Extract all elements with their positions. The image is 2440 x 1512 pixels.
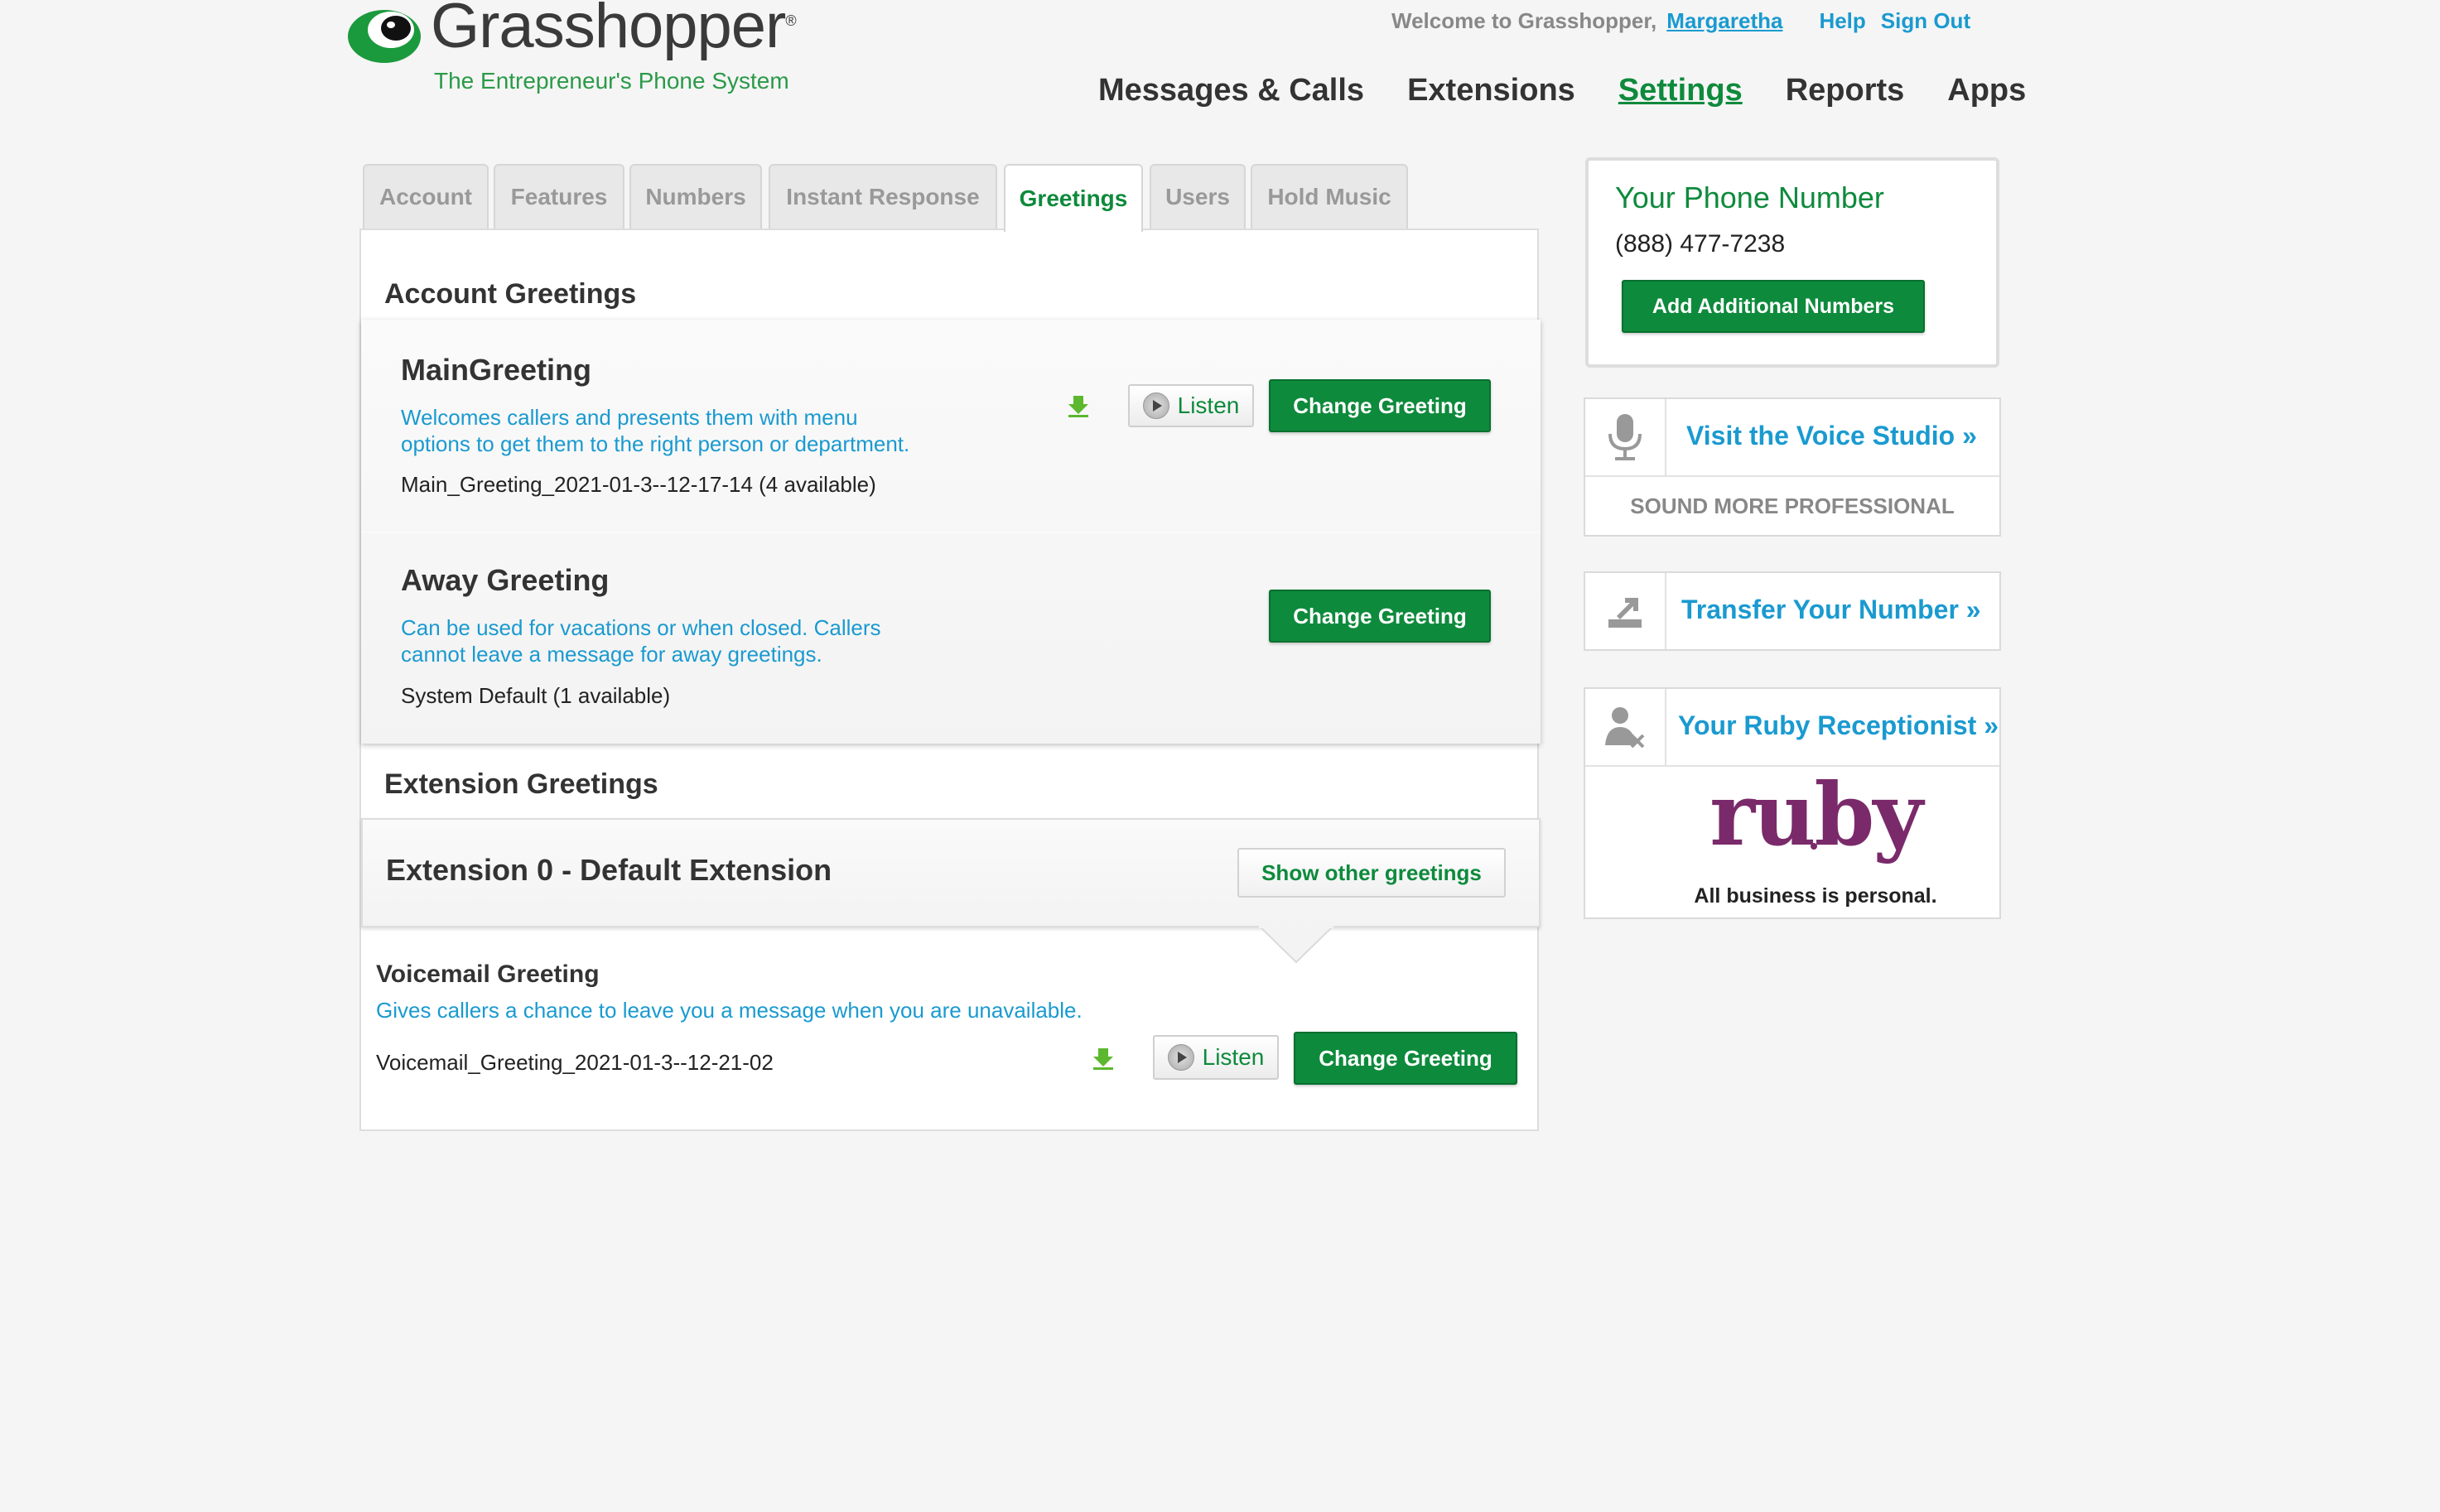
play-icon [1142,392,1169,419]
away-change-greeting-button[interactable]: Change Greeting [1269,590,1491,643]
nav-apps[interactable]: Apps [1947,73,2026,108]
nav-settings[interactable]: Settings [1618,73,1743,108]
away-greeting-desc-line2: cannot leave a message for away greeting… [401,642,822,667]
phone-number-box: Your Phone Number (888) 477-7238 Add Add… [1585,157,1999,368]
transfer-number-box[interactable]: Transfer Your Number » [1584,571,2001,651]
main-listen-button[interactable]: Listen [1128,384,1254,427]
main-greeting-title: MainGreeting [401,353,592,387]
account-greetings-title: Account Greetings [384,278,637,310]
transfer-svg [1608,598,1642,628]
main-greeting-desc-line1: Welcomes callers and presents them with … [401,405,858,430]
voicemail-greeting-title: Voicemail Greeting [376,961,600,988]
microphone-svg [1608,414,1642,460]
download-icon[interactable] [1090,1045,1116,1071]
voice-studio-box[interactable]: Visit the Voice Studio » SOUND MORE PROF… [1584,397,2001,537]
tab-users[interactable]: Users [1150,164,1246,229]
tab-instant-response[interactable]: Instant Response [769,164,997,229]
ruby-receptionist-box[interactable]: Your Ruby Receptionist » ruby All busine… [1584,687,2001,919]
voicemail-change-greeting-button[interactable]: Change Greeting [1294,1032,1517,1085]
away-greeting-description: Can be used for vacations or when closed… [401,614,881,667]
play-icon [1167,1044,1194,1071]
ruby-tagline: All business is personal. [1694,884,1937,908]
main-greeting-file: Main_Greeting_2021-01-3--12-17-14 (4 ava… [401,472,876,497]
sign-out-link[interactable]: Sign Out [1881,8,1970,33]
main-nav: Messages & Calls Extensions Settings Report… [1098,73,2026,108]
transfer-number-link[interactable]: Transfer Your Number » [1681,595,1981,625]
voice-studio-link[interactable]: Visit the Voice Studio » [1686,421,1977,451]
away-greeting-title: Away Greeting [401,563,610,597]
voice-studio-subtitle: SOUND MORE PROFESSIONAL [1630,494,1955,518]
nav-reports[interactable]: Reports [1786,73,1905,108]
tab-hold-music[interactable]: Hold Music [1251,164,1408,229]
main-change-greeting-button[interactable]: Change Greeting [1269,379,1491,432]
logo-wordmark: Grasshopper® [431,0,797,61]
listen-label: Listen [1177,392,1240,418]
microphone-icon [1585,399,1666,475]
tab-account[interactable]: Account [363,164,489,229]
away-greeting-file: System Default (1 available) [401,683,671,708]
voicemail-greeting-description: Gives callers a chance to leave you a me… [376,998,1083,1023]
tab-features[interactable]: Features [494,164,624,229]
welcome-text: Welcome to Grasshopper, [1391,8,1657,33]
main-greeting-desc-line2: options to get them to the right person … [401,431,910,456]
grasshopper-logo[interactable]: Grasshopper® The Entrepreneur's Phone Sy… [348,0,812,103]
logo-tagline: The Entrepreneur's Phone System [434,68,789,94]
add-additional-numbers-button[interactable]: Add Additional Numbers [1622,280,1925,333]
tab-greetings[interactable]: Greetings [1004,164,1143,232]
extension-greetings-title: Extension Greetings [384,768,658,800]
voicemail-listen-button[interactable]: Listen [1153,1035,1279,1080]
show-other-greetings-button[interactable]: Show other greetings [1237,848,1506,898]
phone-number-value: (888) 477-7238 [1615,230,1786,258]
phone-number-title: Your Phone Number [1615,181,1884,214]
grasshopper-logo-icon [348,10,421,63]
receptionist-icon [1585,689,1666,765]
divider [1585,475,1999,477]
voicemail-greeting-file: Voicemail_Greeting_2021-01-3--12-21-02 [376,1050,774,1075]
top-links: Welcome to Grasshopper, Margaretha Help Sig… [1391,8,1970,34]
download-icon[interactable] [1065,392,1092,419]
help-link[interactable]: Help [1819,8,1865,33]
ruby-logo-dot [1811,843,1817,850]
main-greeting-description: Welcomes callers and presents them with … [401,404,909,457]
ruby-receptionist-link[interactable]: Your Ruby Receptionist » [1678,710,1999,741]
nav-messages-calls[interactable]: Messages & Calls [1098,73,1364,108]
divider [361,532,1541,533]
nav-extensions[interactable]: Extensions [1407,73,1575,108]
transfer-icon [1585,573,1666,649]
listen-label: Listen [1202,1044,1265,1070]
away-greeting-desc-line1: Can be used for vacations or when closed… [401,615,881,640]
user-link[interactable]: Margaretha [1666,8,1782,33]
receptionist-svg [1605,707,1645,749]
callout-pointer [1259,926,1333,964]
extension-name: Extension 0 - Default Extension [386,853,832,887]
tab-numbers[interactable]: Numbers [629,164,762,229]
